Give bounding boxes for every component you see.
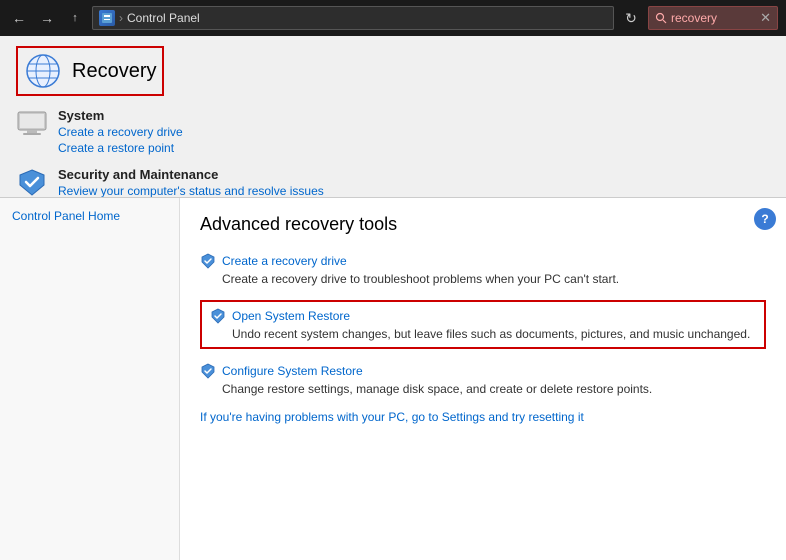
main-content: Advanced recovery tools Create a recover… [180, 198, 786, 560]
recovery-header: Recovery [16, 46, 164, 96]
shield-icon-1 [200, 253, 216, 269]
reset-settings-link[interactable]: If you're having problems with your PC, … [200, 410, 766, 424]
top-items-list: System Create a recovery drive Create a … [16, 108, 770, 198]
title-bar: ← → ↑ › Control Panel ↻ recovery ✕ [0, 0, 786, 36]
address-separator: › [119, 11, 123, 25]
tool-recovery-drive: Create a recovery drive Create a recover… [200, 253, 766, 286]
address-icon [99, 10, 115, 26]
review-status-link[interactable]: Review your computer's status and resolv… [58, 184, 324, 198]
security-title: Security and Maintenance [58, 167, 324, 182]
create-restore-point-link[interactable]: Create a restore point [58, 141, 183, 155]
configure-system-restore-link[interactable]: Configure System Restore [222, 364, 363, 378]
system-icon [16, 108, 48, 140]
search-icon [655, 12, 667, 24]
tool-system-restore-highlighted: Open System Restore Undo recent system c… [200, 300, 766, 349]
control-panel-home-link[interactable]: Control Panel Home [12, 209, 120, 223]
help-button[interactable]: ? [754, 208, 776, 230]
main-title: Advanced recovery tools [200, 214, 766, 235]
search-clear-button[interactable]: ✕ [760, 10, 771, 26]
up-button[interactable]: ↑ [64, 7, 86, 29]
security-content: Security and Maintenance Review your com… [58, 167, 324, 198]
top-section: Recovery System Create a recovery drive … [0, 36, 786, 198]
system-restore-desc: Undo recent system changes, but leave fi… [232, 327, 756, 341]
back-button[interactable]: ← [8, 7, 30, 29]
search-box[interactable]: recovery ✕ [648, 6, 778, 30]
shield-icon-2 [210, 308, 226, 324]
recovery-title: Recovery [72, 60, 156, 83]
system-content: System Create a recovery drive Create a … [58, 108, 183, 155]
search-text: recovery [671, 11, 754, 25]
configure-restore-desc: Change restore settings, manage disk spa… [222, 382, 766, 396]
forward-button[interactable]: → [36, 7, 58, 29]
recovery-icon [24, 52, 62, 90]
system-title: System [58, 108, 183, 123]
create-recovery-drive-link[interactable]: Create a recovery drive [222, 254, 347, 268]
refresh-button[interactable]: ↻ [620, 7, 642, 29]
open-system-restore-link[interactable]: Open System Restore [232, 309, 350, 323]
security-item: Security and Maintenance Review your com… [16, 167, 770, 198]
sidebar: Control Panel Home [0, 198, 180, 560]
security-icon [16, 167, 48, 198]
address-bar[interactable]: › Control Panel [92, 6, 614, 30]
tool-configure-restore: Configure System Restore Change restore … [200, 363, 766, 396]
create-recovery-drive-link-top[interactable]: Create a recovery drive [58, 125, 183, 139]
system-item: System Create a recovery drive Create a … [16, 108, 770, 155]
shield-icon-3 [200, 363, 216, 379]
bottom-section: Control Panel Home Advanced recovery too… [0, 198, 786, 560]
recovery-drive-desc: Create a recovery drive to troubleshoot … [222, 272, 766, 286]
address-text: Control Panel [127, 11, 200, 25]
